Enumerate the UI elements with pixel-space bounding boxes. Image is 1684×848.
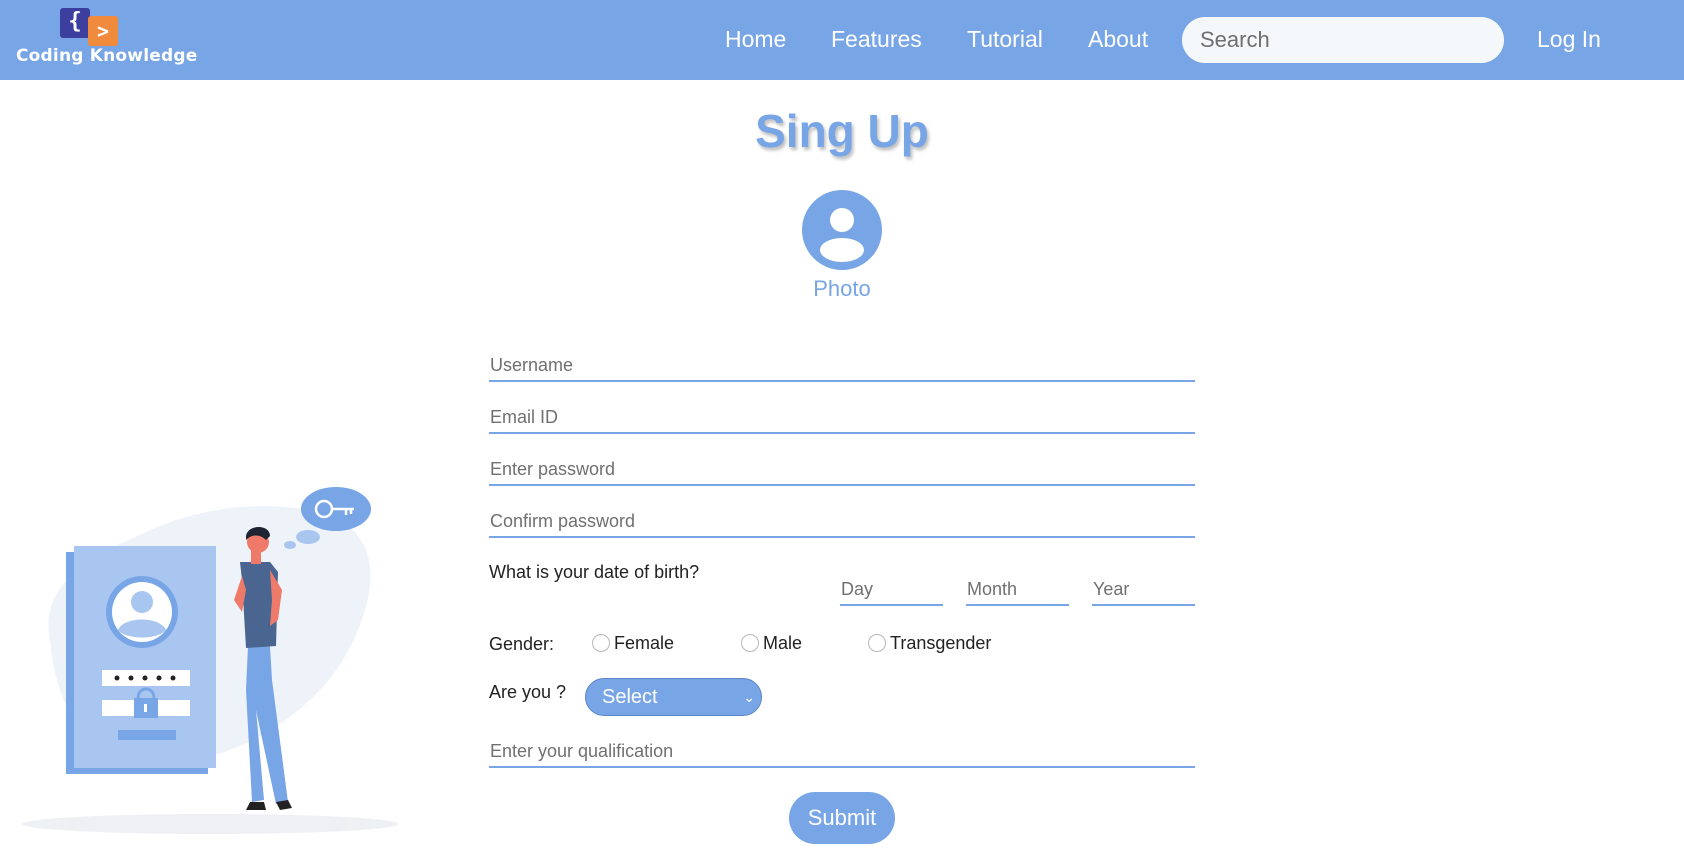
gender-transgender-option[interactable]: Transgender: [868, 632, 991, 654]
password-field[interactable]: [489, 454, 1195, 486]
confirm-password-field[interactable]: [489, 506, 1195, 538]
radio-circle-icon[interactable]: [868, 634, 886, 652]
dob-year-field[interactable]: [1092, 574, 1195, 606]
logo-chevron-icon: >: [88, 16, 118, 46]
nav-home[interactable]: Home: [725, 26, 786, 53]
radio-circle-icon[interactable]: [592, 634, 610, 652]
login-link[interactable]: Log In: [1537, 26, 1601, 53]
photo-label[interactable]: Photo: [742, 276, 942, 302]
page-title: Sing Up: [755, 105, 929, 157]
radio-circle-icon[interactable]: [741, 634, 759, 652]
login-security-illustration: [22, 487, 398, 834]
user-avatar-icon[interactable]: [802, 190, 882, 270]
logo[interactable]: { > Coding Knowledge: [16, 6, 197, 68]
chevron-down-icon: ⌄: [743, 689, 755, 705]
gender-male-label: Male: [763, 632, 803, 653]
gender-female-option[interactable]: Female: [592, 632, 674, 654]
gender-label: Gender:: [489, 634, 555, 654]
email-field[interactable]: [489, 402, 1195, 434]
role-select[interactable]: Select ⌄: [585, 678, 762, 716]
logo-brace-icon: {: [60, 8, 90, 38]
gender-male-option[interactable]: Male: [741, 632, 802, 654]
dob-month-field[interactable]: [966, 574, 1069, 606]
dob-label: What is your date of birth?: [489, 562, 700, 582]
search-input[interactable]: [1182, 17, 1504, 63]
gender-female-label: Female: [614, 632, 675, 653]
are-you-label: Are you ?: [489, 682, 567, 702]
top-navbar: { > Coding Knowledge Home Features Tutor…: [0, 0, 1684, 80]
username-field[interactable]: [489, 350, 1195, 382]
logo-text: Coding Knowledge: [16, 46, 198, 66]
select-value: Select: [602, 686, 658, 708]
dob-day-field[interactable]: [840, 574, 943, 606]
nav-about[interactable]: About: [1088, 26, 1148, 53]
nav-features[interactable]: Features: [831, 26, 922, 53]
qualification-field[interactable]: [489, 736, 1195, 768]
submit-button[interactable]: Submit: [789, 792, 895, 844]
gender-transgender-label: Transgender: [890, 632, 992, 653]
nav-tutorial[interactable]: Tutorial: [967, 26, 1043, 53]
